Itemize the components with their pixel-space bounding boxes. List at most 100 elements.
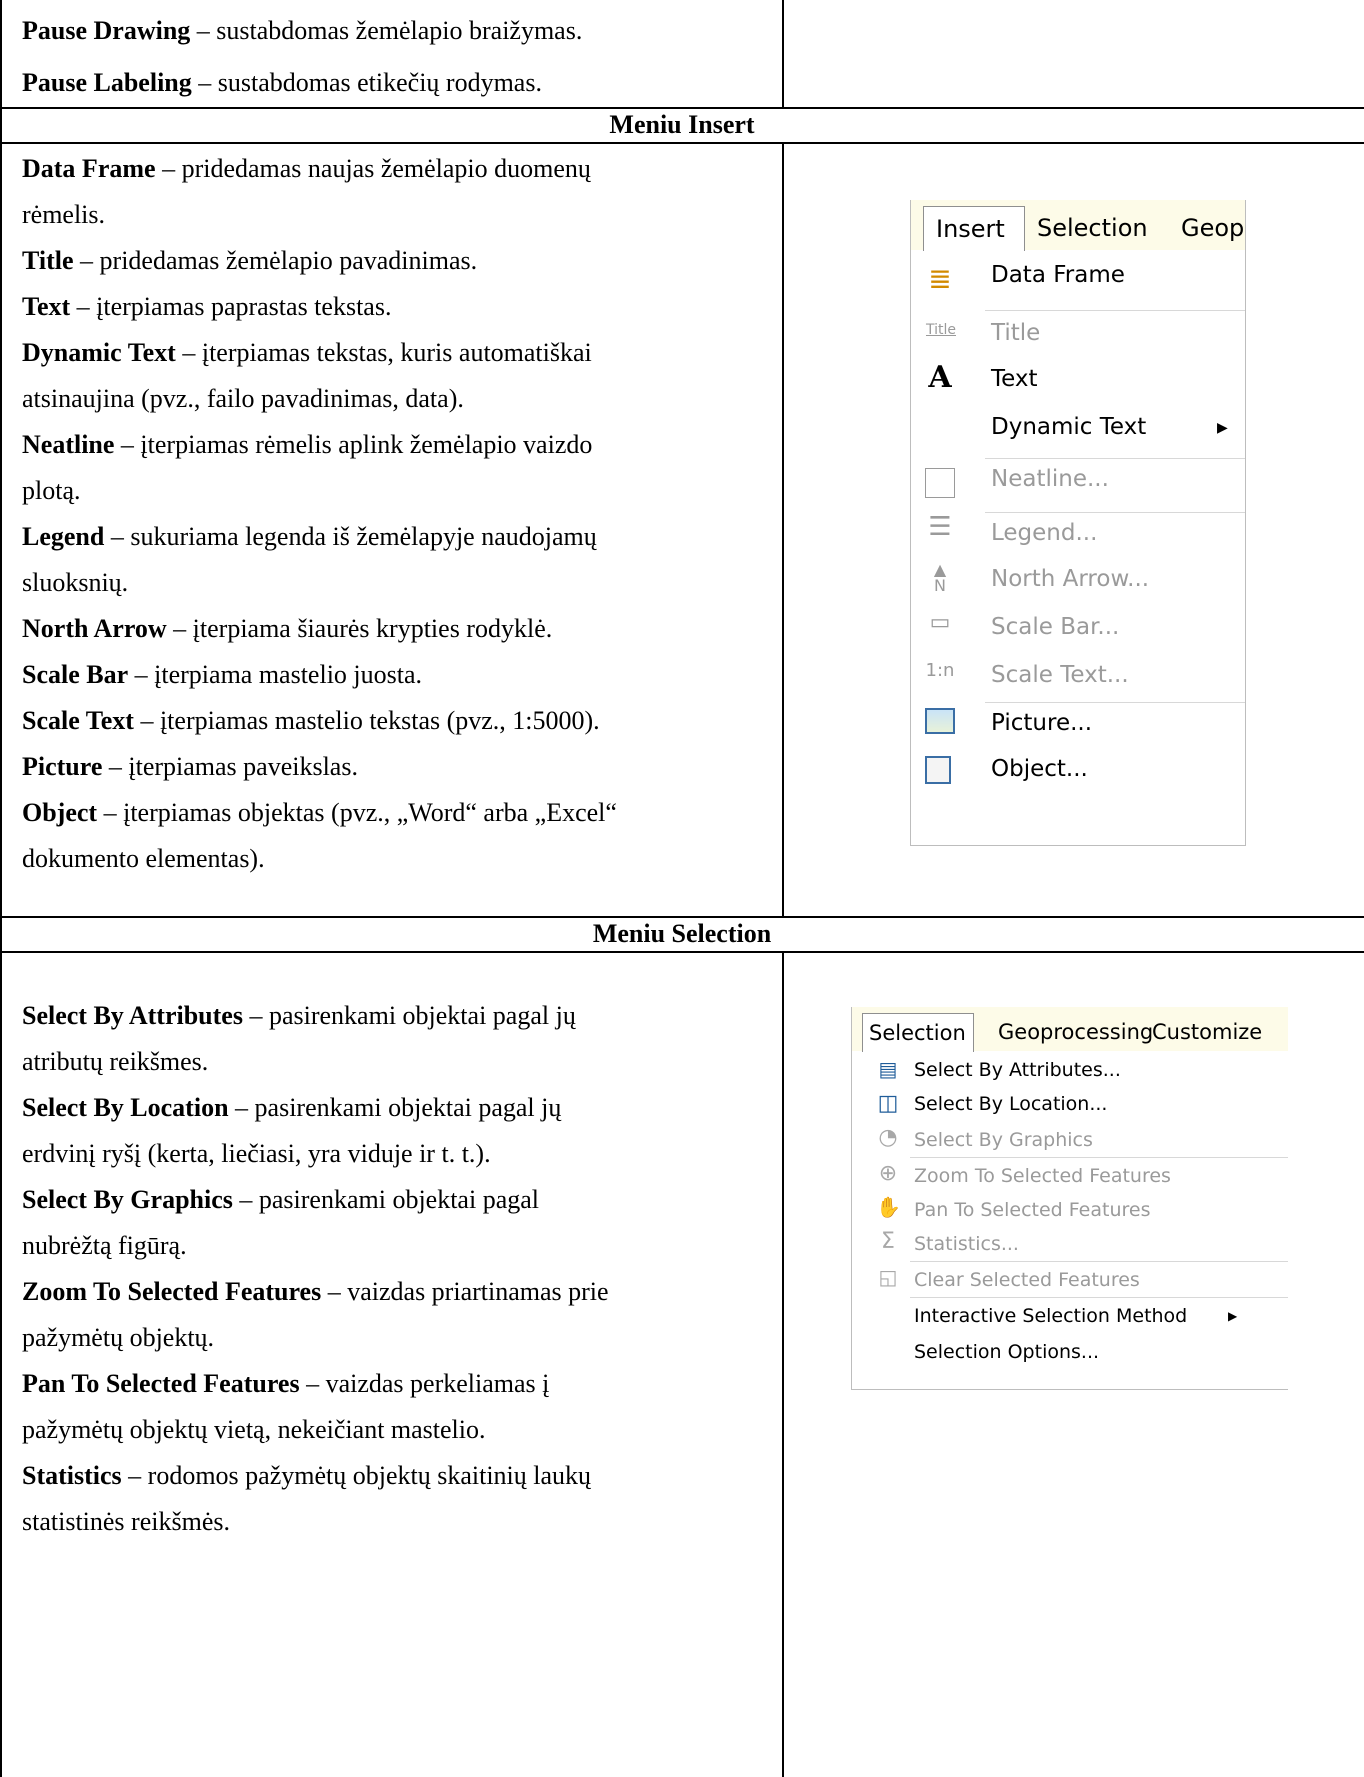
scale-text-icon: 1:n <box>925 660 955 681</box>
column-divider <box>782 951 784 1777</box>
menu-item-select-by-location[interactable]: Select By Location... <box>914 1093 1107 1115</box>
column-divider <box>782 0 784 108</box>
clear-selection-icon: ◱ <box>878 1265 898 1289</box>
tab-geoprocessing[interactable]: Geop <box>1181 206 1244 250</box>
object-icon <box>925 756 951 784</box>
menu-dropdown: ▤ ◫ ◔ ⊕ ✋ Σ ◱ Select By Attributes... Se… <box>852 1051 1288 1389</box>
menu-item-select-by-attributes[interactable]: Select By Attributes... <box>914 1059 1121 1081</box>
menu-item-zoom-to-selected[interactable]: Zoom To Selected Features <box>914 1165 1171 1187</box>
desc-line: North Arrow – įterpiama šiaurės krypties… <box>22 614 553 643</box>
menu-separator <box>985 702 1245 703</box>
menu-separator <box>910 1297 1288 1298</box>
select-by-graphics-icon: ◔ <box>878 1125 898 1150</box>
menu-item-interactive-selection-method[interactable]: Interactive Selection Method <box>914 1305 1187 1327</box>
desc-line: Select By Attributes – pasirenkami objek… <box>22 1001 576 1030</box>
desc-line: erdvinį ryšį (kerta, liečiasi, yra viduj… <box>22 1139 491 1168</box>
title-icon: Title <box>925 322 956 338</box>
desc-line: pažymėtų objektų. <box>22 1323 215 1352</box>
desc-line: Picture – įterpiamas paveikslas. <box>22 752 358 781</box>
menu-item-text[interactable]: Text <box>991 366 1038 392</box>
section-title-selection: Meniu Selection <box>592 919 772 948</box>
menu-item-dynamic-text[interactable]: Dynamic Text <box>991 414 1146 440</box>
menu-separator <box>985 512 1245 513</box>
menu-dropdown: ≣ Title A ☰ ▲ N ▭ 1:n Data Frame Title Te… <box>911 250 1245 845</box>
menu-item-north-arrow[interactable]: North Arrow... <box>991 566 1149 592</box>
term: Pause Labeling <box>22 68 192 97</box>
insert-menu-screenshot: Insert Selection Geop ≣ Title A ☰ ▲ N ▭ 1… <box>910 200 1246 846</box>
desc-line: Select By Graphics – pasirenkami objekta… <box>22 1185 539 1214</box>
tab-selection[interactable]: Selection <box>862 1013 974 1052</box>
table-left-border <box>0 0 2 1777</box>
desc-line: Data Frame – pridedamas naujas žemėlapio… <box>22 154 591 183</box>
text-a-icon: A <box>928 360 952 395</box>
select-by-attributes-icon: ▤ <box>878 1057 898 1081</box>
tab-insert[interactable]: Insert <box>923 206 1025 251</box>
row-divider <box>0 142 1364 144</box>
menu-item-picture[interactable]: Picture... <box>991 710 1092 736</box>
desc-line: Text – įterpiamas paprastas tekstas. <box>22 292 392 321</box>
zoom-selected-icon: ⊕ <box>878 1161 898 1186</box>
menu-item-scale-bar[interactable]: Scale Bar... <box>991 614 1119 640</box>
desc-line: Pause Drawing – sustabdomas žemėlapio br… <box>22 16 582 46</box>
column-divider <box>782 142 784 917</box>
menu-item-title[interactable]: Title <box>991 320 1040 346</box>
document-table: Pause Drawing – sustabdomas žemėlapio br… <box>0 0 1364 1777</box>
row-divider <box>0 107 1364 109</box>
desc-line: Dynamic Text – įterpiamas tekstas, kuris… <box>22 338 592 367</box>
north-arrow-icon: ▲ N <box>933 560 947 595</box>
desc-line: statistinės reikšmės. <box>22 1507 230 1536</box>
definition: – sustabdomas žemėlapio braižymas. <box>190 16 583 45</box>
menu-item-select-by-graphics[interactable]: Select By Graphics <box>914 1129 1093 1151</box>
menu-item-object[interactable]: Object... <box>991 756 1088 782</box>
menu-item-statistics[interactable]: Statistics... <box>914 1233 1019 1255</box>
desc-line: Zoom To Selected Features – vaizdas pria… <box>22 1277 609 1306</box>
menu-item-legend[interactable]: Legend... <box>991 520 1097 546</box>
menu-item-data-frame[interactable]: Data Frame <box>991 262 1125 288</box>
desc-line: atsinaujina (pvz., failo pavadinimas, da… <box>22 384 464 413</box>
desc-line: nubrėžtą figūrą. <box>22 1231 187 1260</box>
tab-selection[interactable]: Selection <box>1037 206 1148 250</box>
tab-geoprocessing[interactable]: Geoprocessing <box>998 1013 1153 1051</box>
desc-line: Scale Text – įterpiamas mastelio tekstas… <box>22 706 600 735</box>
desc-line: Statistics – rodomos pažymėtų objektų sk… <box>22 1461 592 1490</box>
desc-line: Pan To Selected Features – vaizdas perke… <box>22 1369 550 1398</box>
menu-bar: Selection Geoprocessing Customize <box>852 1007 1288 1052</box>
desc-line: Scale Bar – įterpiama mastelio juosta. <box>22 660 423 689</box>
menu-separator <box>985 458 1245 459</box>
menu-bar: Insert Selection Geop <box>911 200 1245 251</box>
desc-line: sluoksnių. <box>22 568 129 597</box>
submenu-arrow-icon: ▶ <box>1217 420 1228 436</box>
picture-icon <box>925 708 955 734</box>
desc-line: rėmelis. <box>22 200 106 229</box>
term: Pause Drawing <box>22 16 191 45</box>
row-divider <box>0 951 1364 953</box>
desc-line: Neatline – įterpiamas rėmelis aplink žem… <box>22 430 593 459</box>
tab-customize[interactable]: Customize <box>1152 1013 1262 1051</box>
submenu-arrow-icon: ▶ <box>1228 1309 1238 1323</box>
selection-menu-screenshot: Selection Geoprocessing Customize ▤ ◫ ◔ … <box>851 1007 1288 1390</box>
legend-icon: ☰ <box>928 512 952 542</box>
desc-line: Select By Location – pasirenkami objekta… <box>22 1093 562 1122</box>
menu-item-clear-selected[interactable]: Clear Selected Features <box>914 1269 1140 1291</box>
layers-icon: ≣ <box>928 262 952 295</box>
desc-line: pažymėtų objektų vietą, nekeičiant maste… <box>22 1415 486 1444</box>
desc-line: Legend – sukuriama legenda iš žemėlapyje… <box>22 522 597 551</box>
desc-line: Object – įterpiamas objektas (pvz., „Wor… <box>22 798 617 827</box>
definition: – sustabdomas etikečių rodymas. <box>191 68 542 97</box>
desc-line: Pause Labeling – sustabdomas etikečių ro… <box>22 68 542 98</box>
desc-line: plotą. <box>22 476 81 505</box>
scale-bar-icon: ▭ <box>929 610 951 635</box>
menu-item-selection-options[interactable]: Selection Options... <box>914 1341 1099 1363</box>
menu-separator <box>985 310 1245 311</box>
menu-separator <box>910 1157 1288 1158</box>
menu-item-scale-text[interactable]: Scale Text... <box>991 662 1129 688</box>
menu-separator <box>910 1261 1288 1262</box>
sigma-icon: Σ <box>881 1229 895 1254</box>
menu-item-pan-to-selected[interactable]: Pan To Selected Features <box>914 1199 1150 1221</box>
select-by-location-icon: ◫ <box>877 1091 899 1116</box>
pan-selected-icon: ✋ <box>876 1195 901 1219</box>
desc-line: dokumento elementas). <box>22 844 265 873</box>
row-divider <box>0 916 1364 918</box>
menu-item-neatline[interactable]: Neatline... <box>991 466 1109 492</box>
section-title-insert: Meniu Insert <box>609 110 755 139</box>
